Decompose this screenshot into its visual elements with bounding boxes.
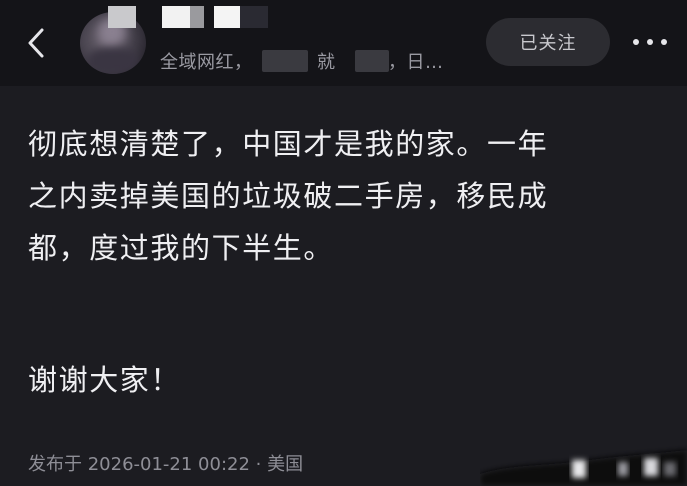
- post-content: 彻底想清楚了，中国才是我的家。一年 之内卖掉美国的垃圾破二手房，移民成 都，度过…: [28, 118, 668, 274]
- post-line: 都，度过我的下半生。: [28, 231, 335, 265]
- more-icon[interactable]: [630, 32, 670, 52]
- post-meta: 发布于 2026-01-21 00:22 · 美国: [28, 454, 304, 475]
- post-line: 彻底想清楚了，中国才是我的家。一年: [28, 127, 549, 161]
- blurred-watermark: [480, 450, 687, 486]
- username-redacted: [104, 0, 274, 28]
- top-bar: 全域网红， ，就 业，日… 已关注: [0, 0, 687, 86]
- follow-button[interactable]: 已关注: [486, 18, 610, 66]
- bio-redaction: [355, 50, 389, 72]
- back-icon[interactable]: [22, 26, 52, 60]
- bio-redaction: [262, 50, 308, 72]
- post-line: 之内卖掉美国的垃圾破二手房，移民成: [28, 179, 549, 213]
- post-closing: 谢谢大家！: [28, 363, 182, 397]
- bio-text-1: 全域网红，: [160, 52, 253, 73]
